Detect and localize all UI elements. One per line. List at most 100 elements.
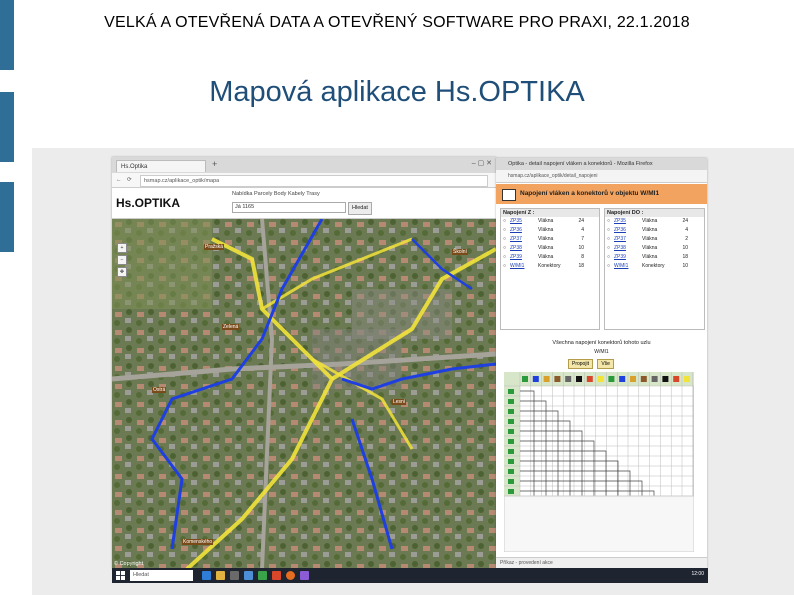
connection-row[interactable]: ○ ZP38 Vlákna 10	[605, 244, 704, 253]
connection-row[interactable]: ○ W/MI1 Konektory 18	[501, 262, 599, 271]
zoom-in-button[interactable]: +	[117, 243, 127, 253]
cable-name[interactable]: ZP38	[510, 244, 538, 253]
map-label[interactable]: Komenského	[182, 539, 214, 545]
grid-buttons: Propojit Vše	[568, 359, 617, 369]
taskbar-clock: 12:00	[691, 571, 704, 577]
radio-button[interactable]: ○	[503, 262, 510, 271]
fiber-count: 10	[578, 245, 584, 251]
connection-row[interactable]: ○ ZP37 Vlákna 7	[501, 235, 599, 244]
radio-button[interactable]: ○	[503, 217, 510, 226]
fiber-color-mark	[640, 376, 647, 382]
windows-start-icon[interactable]	[116, 571, 125, 580]
reload-icon[interactable]: ⟳	[127, 173, 132, 187]
back-icon[interactable]: ←	[116, 173, 122, 187]
cable-name[interactable]: ZP37	[614, 235, 642, 244]
fiber-color-mark	[662, 376, 669, 382]
fiber-count: 8	[581, 254, 584, 260]
cable-name[interactable]: ZP36	[510, 226, 538, 235]
connect-button[interactable]: Propojit	[568, 359, 593, 369]
radio-button[interactable]: ○	[607, 235, 614, 244]
cable-name[interactable]: ZP36	[614, 226, 642, 235]
taskbar-search[interactable]: Hledat	[130, 570, 193, 581]
map-label[interactable]: Pražská	[204, 244, 225, 250]
connection-row[interactable]: ○ W/MI1 Konektory 10	[605, 262, 704, 271]
connector-mark	[508, 429, 514, 434]
cable-name[interactable]: ZP35	[614, 217, 642, 226]
panel-to-title: Napojení DO :	[605, 209, 704, 217]
connector-mark	[508, 419, 514, 424]
radio-button[interactable]: ○	[503, 235, 510, 244]
connection-grid[interactable]	[504, 372, 694, 552]
search-tabs[interactable]: Nabídka Parcely Body Kabely Trasy	[232, 191, 320, 197]
folder-icon[interactable]	[216, 571, 225, 580]
map-view[interactable]: + − ✥ Pražská Zelená Ostrá Lesní Školní …	[112, 219, 496, 569]
firefox-icon[interactable]	[286, 571, 295, 580]
radio-button[interactable]: ○	[503, 226, 510, 235]
window-title: Optika - detail napojení vláken a konekt…	[496, 158, 707, 170]
browser-window-map: Hs.Optika + – ▢ ✕ ← ⟳ hsmap.cz/aplikace_…	[112, 157, 496, 569]
map-copyright: © Copyright	[114, 561, 144, 567]
connector-mark	[508, 439, 514, 444]
zoom-out-button[interactable]: −	[117, 255, 127, 265]
panel-from: Napojení Z : ○ ZP35 Vlákna 24 ○ ZP36 Vlákna 4 ○ Z…	[500, 208, 600, 330]
connection-row[interactable]: ○ ZP36 Vlákna 4	[501, 226, 599, 235]
app-icon[interactable]	[300, 571, 309, 580]
map-label[interactable]: Školní	[452, 249, 468, 255]
fiber-color-mark	[565, 376, 572, 382]
mail-icon[interactable]	[244, 571, 253, 580]
cable-name[interactable]: ZP37	[510, 235, 538, 244]
connection-row[interactable]: ○ ZP39 Vlákna 8	[501, 253, 599, 262]
connector-mark	[508, 449, 514, 454]
fiber-color-mark	[586, 376, 593, 382]
cable-name[interactable]: ZP39	[614, 253, 642, 262]
connection-row[interactable]: ○ ZP37 Vlákna 2	[605, 235, 704, 244]
connection-row[interactable]: ○ ZP38 Vlákna 10	[501, 244, 599, 253]
fiber-count: 2	[685, 236, 688, 242]
url-field[interactable]: hsmap.cz/aplikace_optik/mapa	[140, 175, 488, 187]
cable-name[interactable]: ZP39	[510, 253, 538, 262]
connection-row[interactable]: ○ ZP35 Vlákna 24	[605, 217, 704, 226]
fiber-count: 10	[682, 245, 688, 251]
slide-subtitle: Mapová aplikace Hs.OPTIKA	[209, 76, 585, 108]
window-controls[interactable]: – ▢ ✕	[472, 159, 492, 167]
radio-button[interactable]: ○	[607, 244, 614, 253]
search-input[interactable]: Já 1165	[232, 202, 346, 213]
all-button[interactable]: Vše	[597, 359, 614, 369]
cable-type: Konektory	[642, 263, 665, 269]
radio-button[interactable]: ○	[607, 262, 614, 271]
connection-row[interactable]: ○ ZP35 Vlákna 24	[501, 217, 599, 226]
connection-row[interactable]: ○ ZP36 Vlákna 4	[605, 226, 704, 235]
cable-name[interactable]: ZP35	[510, 217, 538, 226]
fiber-color-mark	[532, 376, 539, 382]
new-tab-icon[interactable]: +	[212, 159, 217, 169]
radio-button[interactable]: ○	[607, 253, 614, 262]
store-icon[interactable]	[230, 571, 239, 580]
connector-mark	[508, 399, 514, 404]
url-field[interactable]: hsmap.cz/aplikace_optik/detail_napojeni	[496, 170, 707, 183]
radio-button[interactable]: ○	[607, 226, 614, 235]
connection-row[interactable]: ○ ZP39 Vlákna 18	[605, 253, 704, 262]
cable-type: Vlákna	[538, 218, 554, 224]
cable-type: Vlákna	[642, 254, 658, 260]
tab-bar: Hs.Optika + – ▢ ✕	[112, 157, 496, 173]
cable-name[interactable]: W/MI1	[510, 262, 538, 271]
search-button[interactable]: Hledat	[348, 202, 372, 215]
map-label[interactable]: Ostrá	[152, 387, 167, 393]
map-label[interactable]: Lesní	[392, 399, 407, 405]
browser-tab[interactable]: Hs.Optika	[116, 160, 206, 172]
cable-name[interactable]: W/MI1	[614, 262, 642, 271]
network-icon	[502, 189, 516, 201]
radio-button[interactable]: ○	[503, 244, 510, 253]
app-icon[interactable]	[272, 571, 281, 580]
browser-window-detail: Optika - detail napojení vláken a konekt…	[496, 158, 707, 568]
radio-button[interactable]: ○	[607, 217, 614, 226]
fiber-color-mark	[651, 376, 658, 382]
map-label[interactable]: Zelená	[222, 324, 240, 330]
app-icon[interactable]	[258, 571, 267, 580]
edge-icon[interactable]	[202, 571, 211, 580]
fiber-count: 10	[682, 263, 688, 269]
cable-name[interactable]: ZP38	[614, 244, 642, 253]
fiber-count: 4	[581, 227, 584, 233]
radio-button[interactable]: ○	[503, 253, 510, 262]
pan-button[interactable]: ✥	[117, 267, 127, 277]
